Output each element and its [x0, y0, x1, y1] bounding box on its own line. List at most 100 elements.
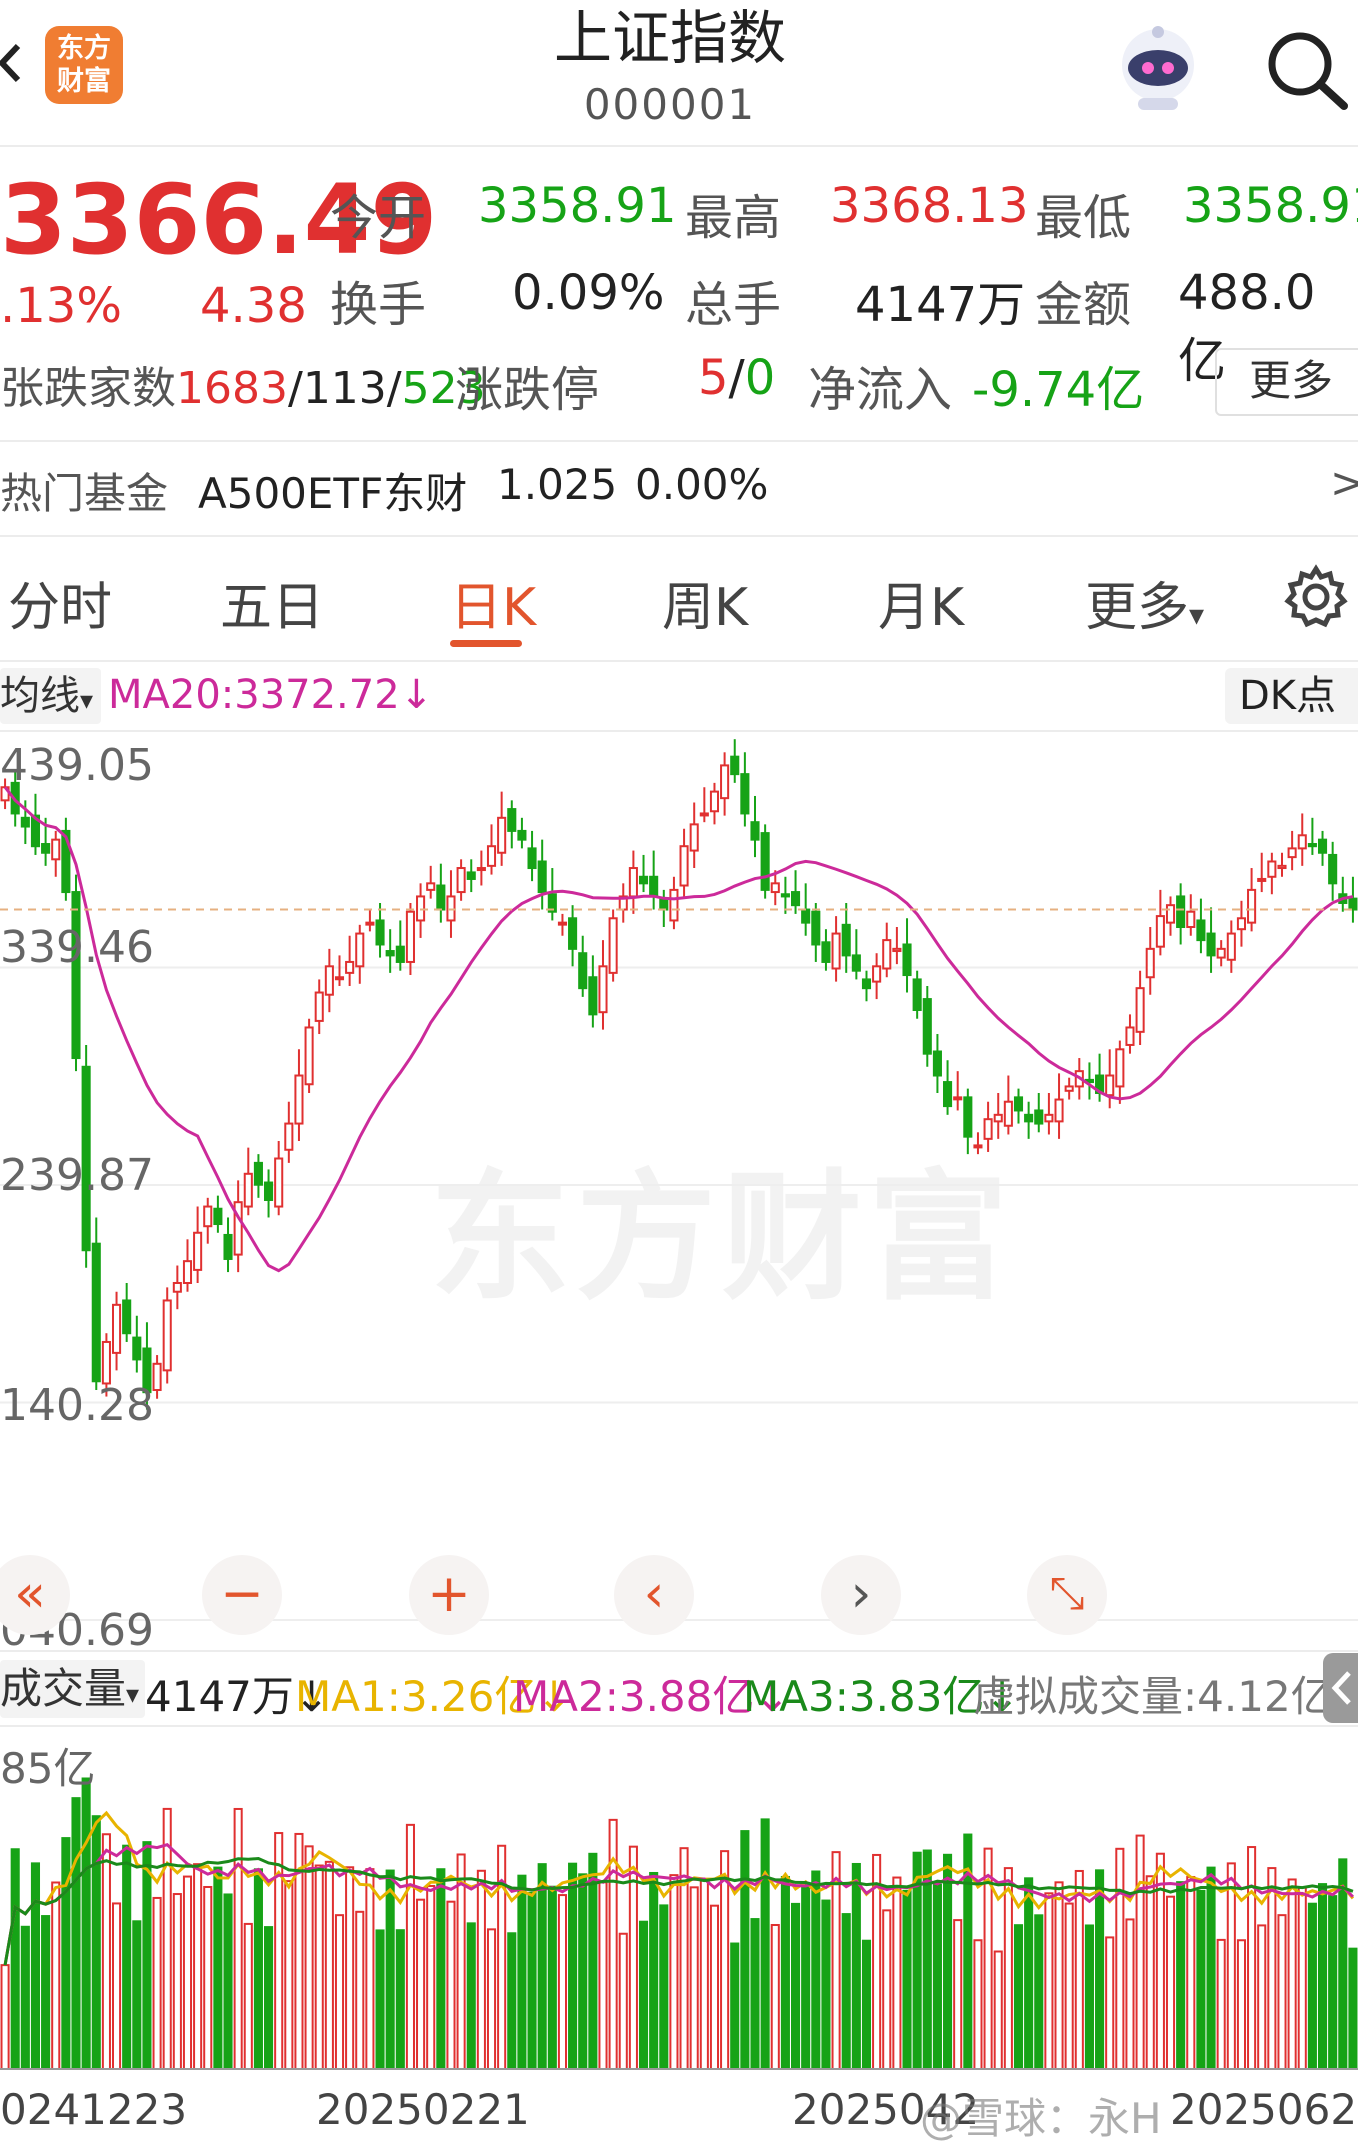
- volume-bar: [304, 1845, 314, 2070]
- volume-bar: [1135, 1834, 1145, 2070]
- tab-daily-k[interactable]: 日K: [450, 565, 536, 640]
- volume-select[interactable]: 成交量▾: [0, 1660, 146, 1718]
- candle: [51, 838, 61, 861]
- hot-fund-name: A500ETF东财: [198, 469, 468, 518]
- candle: [162, 1299, 172, 1372]
- candle: [1247, 888, 1257, 924]
- candle: [892, 947, 902, 953]
- down-arrow-icon: ↓: [399, 672, 434, 718]
- candle: [1044, 1113, 1054, 1123]
- robot-assistant-icon[interactable]: [1108, 20, 1208, 115]
- volume-bar: [1348, 1947, 1358, 2070]
- app-logo-text: 东方财富: [57, 33, 111, 97]
- candle: [811, 910, 821, 946]
- candle: [699, 812, 709, 817]
- volume-bar: [1317, 1883, 1328, 2070]
- volume-bar: [699, 1878, 709, 2070]
- previous-button[interactable]: ‹: [614, 1555, 694, 1635]
- candle: [1034, 1109, 1044, 1125]
- page-title: 上证指数: [553, 4, 786, 72]
- candle: [1054, 1098, 1064, 1123]
- candle: [821, 941, 831, 963]
- volume-chart[interactable]: [0, 1727, 1358, 2070]
- volume-bar: [851, 1862, 861, 2070]
- candle: [1176, 895, 1186, 929]
- zoom-out-button[interactable]: −: [202, 1555, 282, 1635]
- low-label: 最低: [1035, 190, 1132, 246]
- candle: [973, 1144, 983, 1149]
- candle: [111, 1303, 122, 1354]
- ma1-value: MA1:3.26亿: [295, 1672, 537, 1721]
- more-button[interactable]: 更多: [1215, 348, 1358, 416]
- volume-bar: [1226, 1862, 1236, 2070]
- tab-five-day[interactable]: 五日: [220, 565, 324, 640]
- search-icon[interactable]: [1262, 30, 1352, 110]
- tab-intraday[interactable]: 分时: [8, 565, 112, 640]
- collapse-panel-button[interactable]: [1323, 1653, 1358, 1723]
- candle: [557, 921, 568, 926]
- candlestick-chart[interactable]: [0, 730, 1358, 1650]
- candle: [1287, 847, 1297, 859]
- volume-bar: [578, 1873, 588, 2070]
- tab-weekly-k[interactable]: 周K: [662, 565, 748, 640]
- candle: [446, 895, 456, 922]
- volume-bar: [932, 1883, 942, 2070]
- volume-bar: [405, 1823, 415, 2070]
- volume-bar: [1034, 1914, 1044, 2070]
- tab-more[interactable]: 更多▾: [1085, 565, 1204, 640]
- volume-bar: [375, 1929, 385, 2070]
- volume-bar: [780, 1875, 790, 2070]
- candle: [1115, 1048, 1125, 1088]
- line-type-label: 均线: [0, 673, 80, 719]
- zoom-in-button[interactable]: +: [409, 1555, 489, 1635]
- volume-bar: [253, 1868, 263, 2070]
- hot-fund-row[interactable]: 热门基金 A500ETF东财 1.025 0.00% >: [0, 440, 1358, 535]
- back-button[interactable]: [0, 28, 30, 98]
- high-value: 3368.13: [830, 178, 1029, 234]
- volume-bar: [568, 1862, 578, 2070]
- y-tick-1: 439.05: [0, 740, 154, 791]
- volume-bar: [1216, 1938, 1226, 2070]
- change-percent: .13%: [0, 278, 122, 334]
- volume-bar: [172, 1893, 182, 2070]
- volume-bar: [314, 1864, 324, 2070]
- gear-icon[interactable]: [1282, 563, 1350, 631]
- dk-point-button[interactable]: DK点: [1225, 668, 1358, 724]
- volume-bar: [1176, 1881, 1186, 2070]
- candle: [882, 939, 892, 970]
- volume-bar: [811, 1870, 821, 2070]
- candle: [213, 1207, 223, 1226]
- candle: [426, 882, 436, 891]
- candle: [638, 875, 649, 885]
- candle: [1348, 897, 1358, 911]
- chevron-left-icon: [1331, 1671, 1351, 1705]
- candle: [416, 895, 426, 922]
- open-value: 3358.91: [478, 178, 677, 234]
- volume-bar: [142, 1841, 152, 2070]
- candle: [101, 1340, 111, 1385]
- tab-monthly-k[interactable]: 月K: [878, 565, 964, 640]
- candle: [740, 773, 750, 815]
- volume-bar: [284, 1880, 294, 2070]
- candle: [243, 1172, 253, 1208]
- expand-button[interactable]: ⤡: [1027, 1555, 1107, 1635]
- candle: [182, 1260, 193, 1284]
- candle: [1145, 947, 1155, 979]
- footer-watermark: @雪球：永H: [920, 2094, 1162, 2143]
- volume-bar: [182, 1875, 193, 2070]
- volume-bar: [953, 1919, 963, 2070]
- candle: [132, 1336, 142, 1361]
- candle: [1165, 904, 1176, 924]
- open-label: 今开: [330, 190, 427, 246]
- candle: [943, 1081, 953, 1108]
- candle: [790, 891, 801, 907]
- candle: [1135, 987, 1145, 1033]
- caret-down-icon: ▾: [80, 686, 94, 716]
- candle: [953, 1096, 963, 1101]
- volume-bar: [1165, 1895, 1176, 2070]
- volume-bar: [1297, 1886, 1307, 2070]
- volume-bar: [821, 1899, 831, 2070]
- candle: [689, 823, 699, 852]
- next-button[interactable]: ›: [821, 1555, 901, 1635]
- line-type-select[interactable]: 均线▾: [0, 668, 102, 724]
